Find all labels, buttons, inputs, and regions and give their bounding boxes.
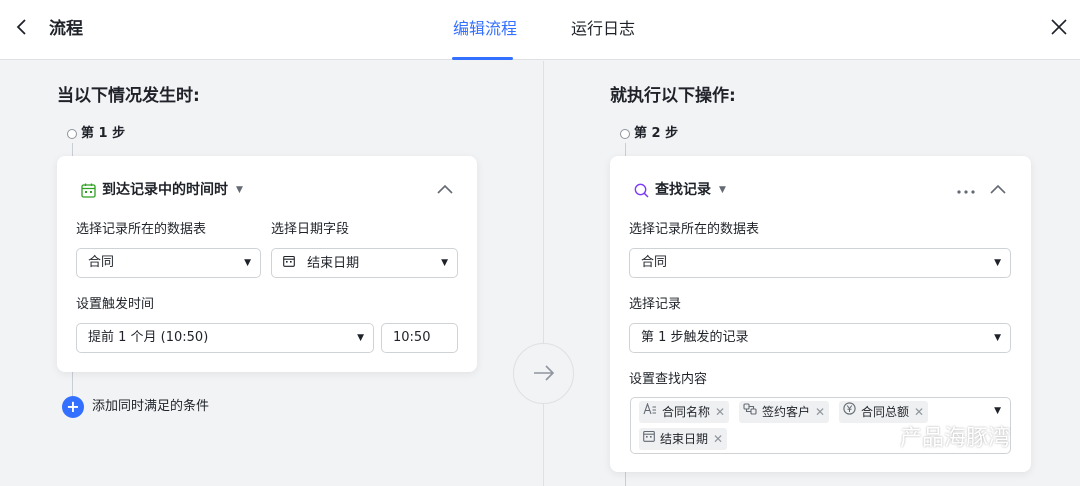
field-tag-label: 结束日期 bbox=[660, 432, 709, 446]
field-tag: 签约客户 ✕ bbox=[739, 401, 830, 423]
step-connector bbox=[625, 472, 626, 486]
calendar-icon bbox=[81, 183, 96, 198]
field-tag-label: 合同名称 bbox=[662, 405, 711, 419]
trigger-section-title: 当以下情况发生时: bbox=[57, 86, 200, 106]
table-label: 选择记录所在的数据表 bbox=[76, 222, 207, 237]
page-title: 流程 bbox=[49, 19, 83, 39]
trigger-time-value: 提前 1 个月 (10:50) bbox=[88, 330, 209, 345]
step-connector bbox=[625, 143, 626, 157]
step-1-label: 第 1 步 bbox=[67, 125, 125, 143]
field-tag-label: 合同总额 bbox=[861, 405, 910, 419]
action-type-selector[interactable]: 查找记录 ▼ bbox=[634, 180, 726, 200]
table-select[interactable]: 合同 ▼ bbox=[76, 248, 261, 278]
date-field-icon bbox=[283, 249, 295, 277]
chevron-left-icon[interactable] bbox=[16, 18, 36, 40]
add-condition-button[interactable]: + 添加同时满足的条件 bbox=[62, 396, 209, 418]
field-tag: 合同总额 ✕ bbox=[839, 401, 929, 423]
field-tag: 结束日期 ✕ bbox=[639, 428, 728, 450]
caret-down-icon: ▼ bbox=[994, 333, 1001, 343]
caret-down-icon: ▼ bbox=[994, 406, 1001, 416]
remove-tag-icon[interactable]: ✕ bbox=[713, 428, 723, 450]
close-icon[interactable] bbox=[1050, 18, 1072, 40]
step-connector bbox=[72, 372, 73, 396]
top-bar: 流程 编辑流程 运行日志 bbox=[0, 0, 1080, 60]
record-value: 第 1 步触发的记录 bbox=[641, 330, 749, 345]
currency-field-icon bbox=[843, 401, 856, 423]
step-dot-icon bbox=[67, 129, 77, 139]
step-dot-icon bbox=[620, 129, 630, 139]
trigger-card: 到达记录中的时间时 ▼ 选择记录所在的数据表 合同 ▼ 选择日期字段 结束日期 … bbox=[57, 156, 477, 372]
collapse-icon[interactable] bbox=[437, 182, 453, 198]
remove-tag-icon[interactable]: ✕ bbox=[815, 401, 825, 423]
caret-down-icon: ▼ bbox=[236, 185, 243, 195]
arrow-right-icon bbox=[513, 343, 574, 404]
collapse-icon[interactable] bbox=[990, 182, 1006, 198]
column-divider bbox=[543, 61, 544, 486]
tab-run-log[interactable]: 运行日志 bbox=[571, 18, 635, 40]
action-table-value: 合同 bbox=[641, 255, 668, 270]
step-1-text: 第 1 步 bbox=[81, 126, 126, 141]
caret-down-icon: ▼ bbox=[357, 333, 364, 343]
remove-tag-icon[interactable]: ✕ bbox=[914, 401, 924, 423]
action-table-label: 选择记录所在的数据表 bbox=[629, 222, 760, 237]
date-field-label: 选择日期字段 bbox=[271, 222, 350, 237]
content-label: 设置查找内容 bbox=[629, 372, 708, 387]
step-connector bbox=[72, 143, 73, 157]
caret-down-icon: ▼ bbox=[719, 185, 726, 195]
text-field-icon bbox=[643, 401, 657, 423]
trigger-time-select[interactable]: 提前 1 个月 (10:50) ▼ bbox=[76, 323, 374, 353]
field-tag-label: 签约客户 bbox=[762, 405, 811, 419]
date-field-icon bbox=[643, 428, 655, 450]
plus-icon: + bbox=[62, 396, 84, 418]
search-icon bbox=[634, 183, 649, 198]
caret-down-icon: ▼ bbox=[441, 258, 448, 268]
trigger-type-selector[interactable]: 到达记录中的时间时 ▼ bbox=[81, 180, 243, 200]
caret-down-icon: ▼ bbox=[994, 258, 1001, 268]
active-tab-indicator bbox=[452, 57, 513, 60]
trigger-time-label: 设置触发时间 bbox=[76, 297, 155, 312]
add-condition-label: 添加同时满足的条件 bbox=[92, 399, 210, 414]
date-field-select[interactable]: 结束日期 ▼ bbox=[271, 248, 458, 278]
watermark: 产品海豚湾 bbox=[862, 423, 1010, 455]
link-field-icon bbox=[743, 401, 757, 423]
field-tag: 合同名称 ✕ bbox=[639, 401, 730, 423]
date-field-value: 结束日期 bbox=[307, 256, 360, 271]
step-2-text: 第 2 步 bbox=[634, 126, 679, 141]
remove-tag-icon[interactable]: ✕ bbox=[715, 401, 725, 423]
time-input[interactable]: 10:50 bbox=[381, 323, 458, 353]
trigger-title: 到达记录中的时间时 bbox=[102, 182, 228, 198]
action-section-title: 就执行以下操作: bbox=[610, 86, 736, 106]
caret-down-icon: ▼ bbox=[244, 258, 251, 268]
watermark-text: 产品海豚湾 bbox=[900, 426, 1011, 451]
wechat-icon bbox=[862, 423, 892, 455]
tab-edit-flow[interactable]: 编辑流程 bbox=[453, 18, 517, 40]
record-select[interactable]: 第 1 步触发的记录 ▼ bbox=[629, 323, 1011, 353]
action-table-select[interactable]: 合同 ▼ bbox=[629, 248, 1011, 278]
step-2-label: 第 2 步 bbox=[620, 125, 678, 143]
more-icon[interactable] bbox=[956, 182, 976, 198]
table-select-value: 合同 bbox=[88, 255, 115, 270]
record-label: 选择记录 bbox=[629, 297, 682, 312]
time-input-value: 10:50 bbox=[393, 330, 431, 345]
action-title: 查找记录 bbox=[655, 182, 711, 198]
